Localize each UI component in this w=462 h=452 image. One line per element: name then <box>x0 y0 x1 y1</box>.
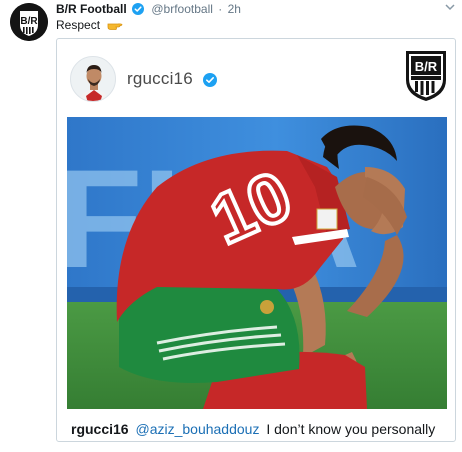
tweet-timestamp[interactable]: 2h <box>228 2 241 16</box>
pointing-hand-icon <box>107 19 123 34</box>
embed-caption: rgucci16 @aziz_bouhaddouz I don’t know y… <box>71 421 435 437</box>
chevron-down-icon[interactable] <box>444 2 456 12</box>
tweet-text-content: Respect <box>56 18 101 32</box>
author-name[interactable]: B/R Football <box>56 2 127 16</box>
author-handle[interactable]: @brfootball <box>151 2 213 16</box>
embed-username[interactable]: rgucci16 <box>127 69 217 92</box>
embed-username-text: rgucci16 <box>127 69 193 88</box>
verified-badge-icon <box>132 3 145 18</box>
rgucci16-avatar[interactable] <box>70 56 116 102</box>
post-photo[interactable]: FIFA 10 <box>67 117 447 409</box>
tweet-text: Respect <box>56 18 123 34</box>
tweet-header: B/R Football @brfootball · 2h <box>56 2 241 18</box>
svg-text:B/R: B/R <box>415 59 438 74</box>
kneeling-player-photo: FIFA 10 <box>67 117 447 409</box>
caption-username[interactable]: rgucci16 <box>71 421 129 437</box>
caption-mention-link[interactable]: @aziz_bouhaddouz <box>135 421 259 437</box>
tweet: B/R B/R Football @brfootball · 2h Respec… <box>0 0 462 452</box>
verified-badge-icon <box>202 72 217 92</box>
br-logo-icon: B/R <box>10 3 48 41</box>
profile-photo <box>71 57 115 101</box>
br-football-shield-logo: B/R <box>406 51 446 101</box>
caption-text: I don’t know you personally <box>266 421 436 437</box>
embedded-post-card[interactable]: rgucci16 B/R 10 rgucci16 @aziz_bouhaddou… <box>56 38 456 442</box>
br-football-avatar[interactable]: B/R <box>10 3 48 41</box>
separator-dot: · <box>218 2 223 16</box>
svg-text:B/R: B/R <box>20 16 38 27</box>
